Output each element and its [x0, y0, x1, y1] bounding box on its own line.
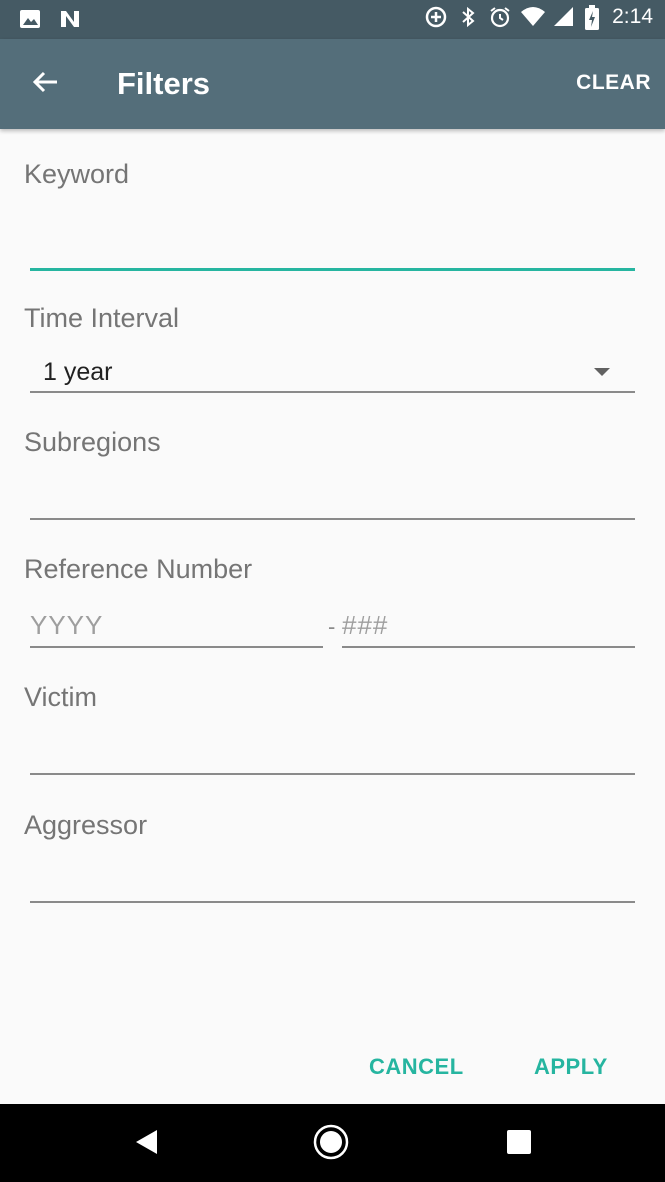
time-interval-dropdown[interactable]: 1 year — [30, 350, 635, 394]
aggressor-input[interactable] — [30, 848, 635, 904]
apply-button[interactable]: APPLY — [534, 1054, 608, 1080]
time-interval-underline — [30, 391, 635, 393]
reference-number-underline — [342, 646, 635, 648]
subregions-label: Subregions — [24, 427, 161, 457]
signal-icon — [552, 5, 576, 29]
image-icon — [18, 7, 42, 31]
back-button[interactable] — [22, 61, 68, 107]
aggressor-label: Aggressor — [24, 810, 148, 840]
page-title: Filters — [117, 66, 211, 101]
reference-year-input[interactable]: YYYY — [30, 600, 323, 648]
recents-icon — [506, 1129, 532, 1160]
time-interval-value: 1 year — [43, 358, 113, 386]
home-icon — [313, 1124, 349, 1165]
keyword-label: Keyword — [24, 159, 130, 189]
wifi-icon — [520, 5, 546, 29]
cancel-button[interactable]: CANCEL — [369, 1054, 464, 1080]
subregions-underline — [30, 518, 635, 520]
reference-number-label: Reference Number — [24, 554, 253, 584]
aggressor-underline — [30, 901, 635, 903]
nav-home-button[interactable] — [313, 1124, 349, 1165]
app-bar: Filters CLEAR — [0, 39, 665, 129]
dropdown-arrow-icon — [594, 368, 610, 376]
keyword-input[interactable] — [30, 205, 635, 271]
bluetooth-icon — [456, 5, 480, 29]
battery-icon — [584, 5, 600, 30]
victim-underline — [30, 773, 635, 775]
status-bar: 2:14 — [0, 0, 665, 39]
nav-back-button[interactable] — [128, 1126, 164, 1162]
nav-recents-button[interactable] — [501, 1126, 537, 1162]
clear-button[interactable]: CLEAR — [576, 71, 651, 95]
keyword-underline — [30, 268, 635, 271]
filters-screen: 2:14 Filters CLEAR Keyword Time Interval… — [0, 0, 665, 1182]
alarm-icon — [488, 5, 512, 29]
status-time: 2:14 — [612, 5, 653, 28]
arrow-left-icon — [31, 68, 59, 101]
n-icon — [58, 7, 82, 31]
reference-separator: - — [328, 614, 336, 639]
navigation-bar — [0, 1104, 665, 1182]
reference-number-placeholder: ### — [342, 610, 389, 640]
time-interval-label: Time Interval — [24, 303, 180, 333]
data-saver-icon — [424, 5, 448, 29]
reference-year-underline — [30, 646, 323, 648]
reference-year-placeholder: YYYY — [30, 610, 104, 640]
reference-number-input[interactable]: ### — [342, 600, 635, 648]
victim-label: Victim — [24, 682, 98, 712]
back-icon — [133, 1128, 159, 1161]
victim-input[interactable] — [30, 720, 635, 776]
subregions-input[interactable] — [30, 465, 635, 521]
